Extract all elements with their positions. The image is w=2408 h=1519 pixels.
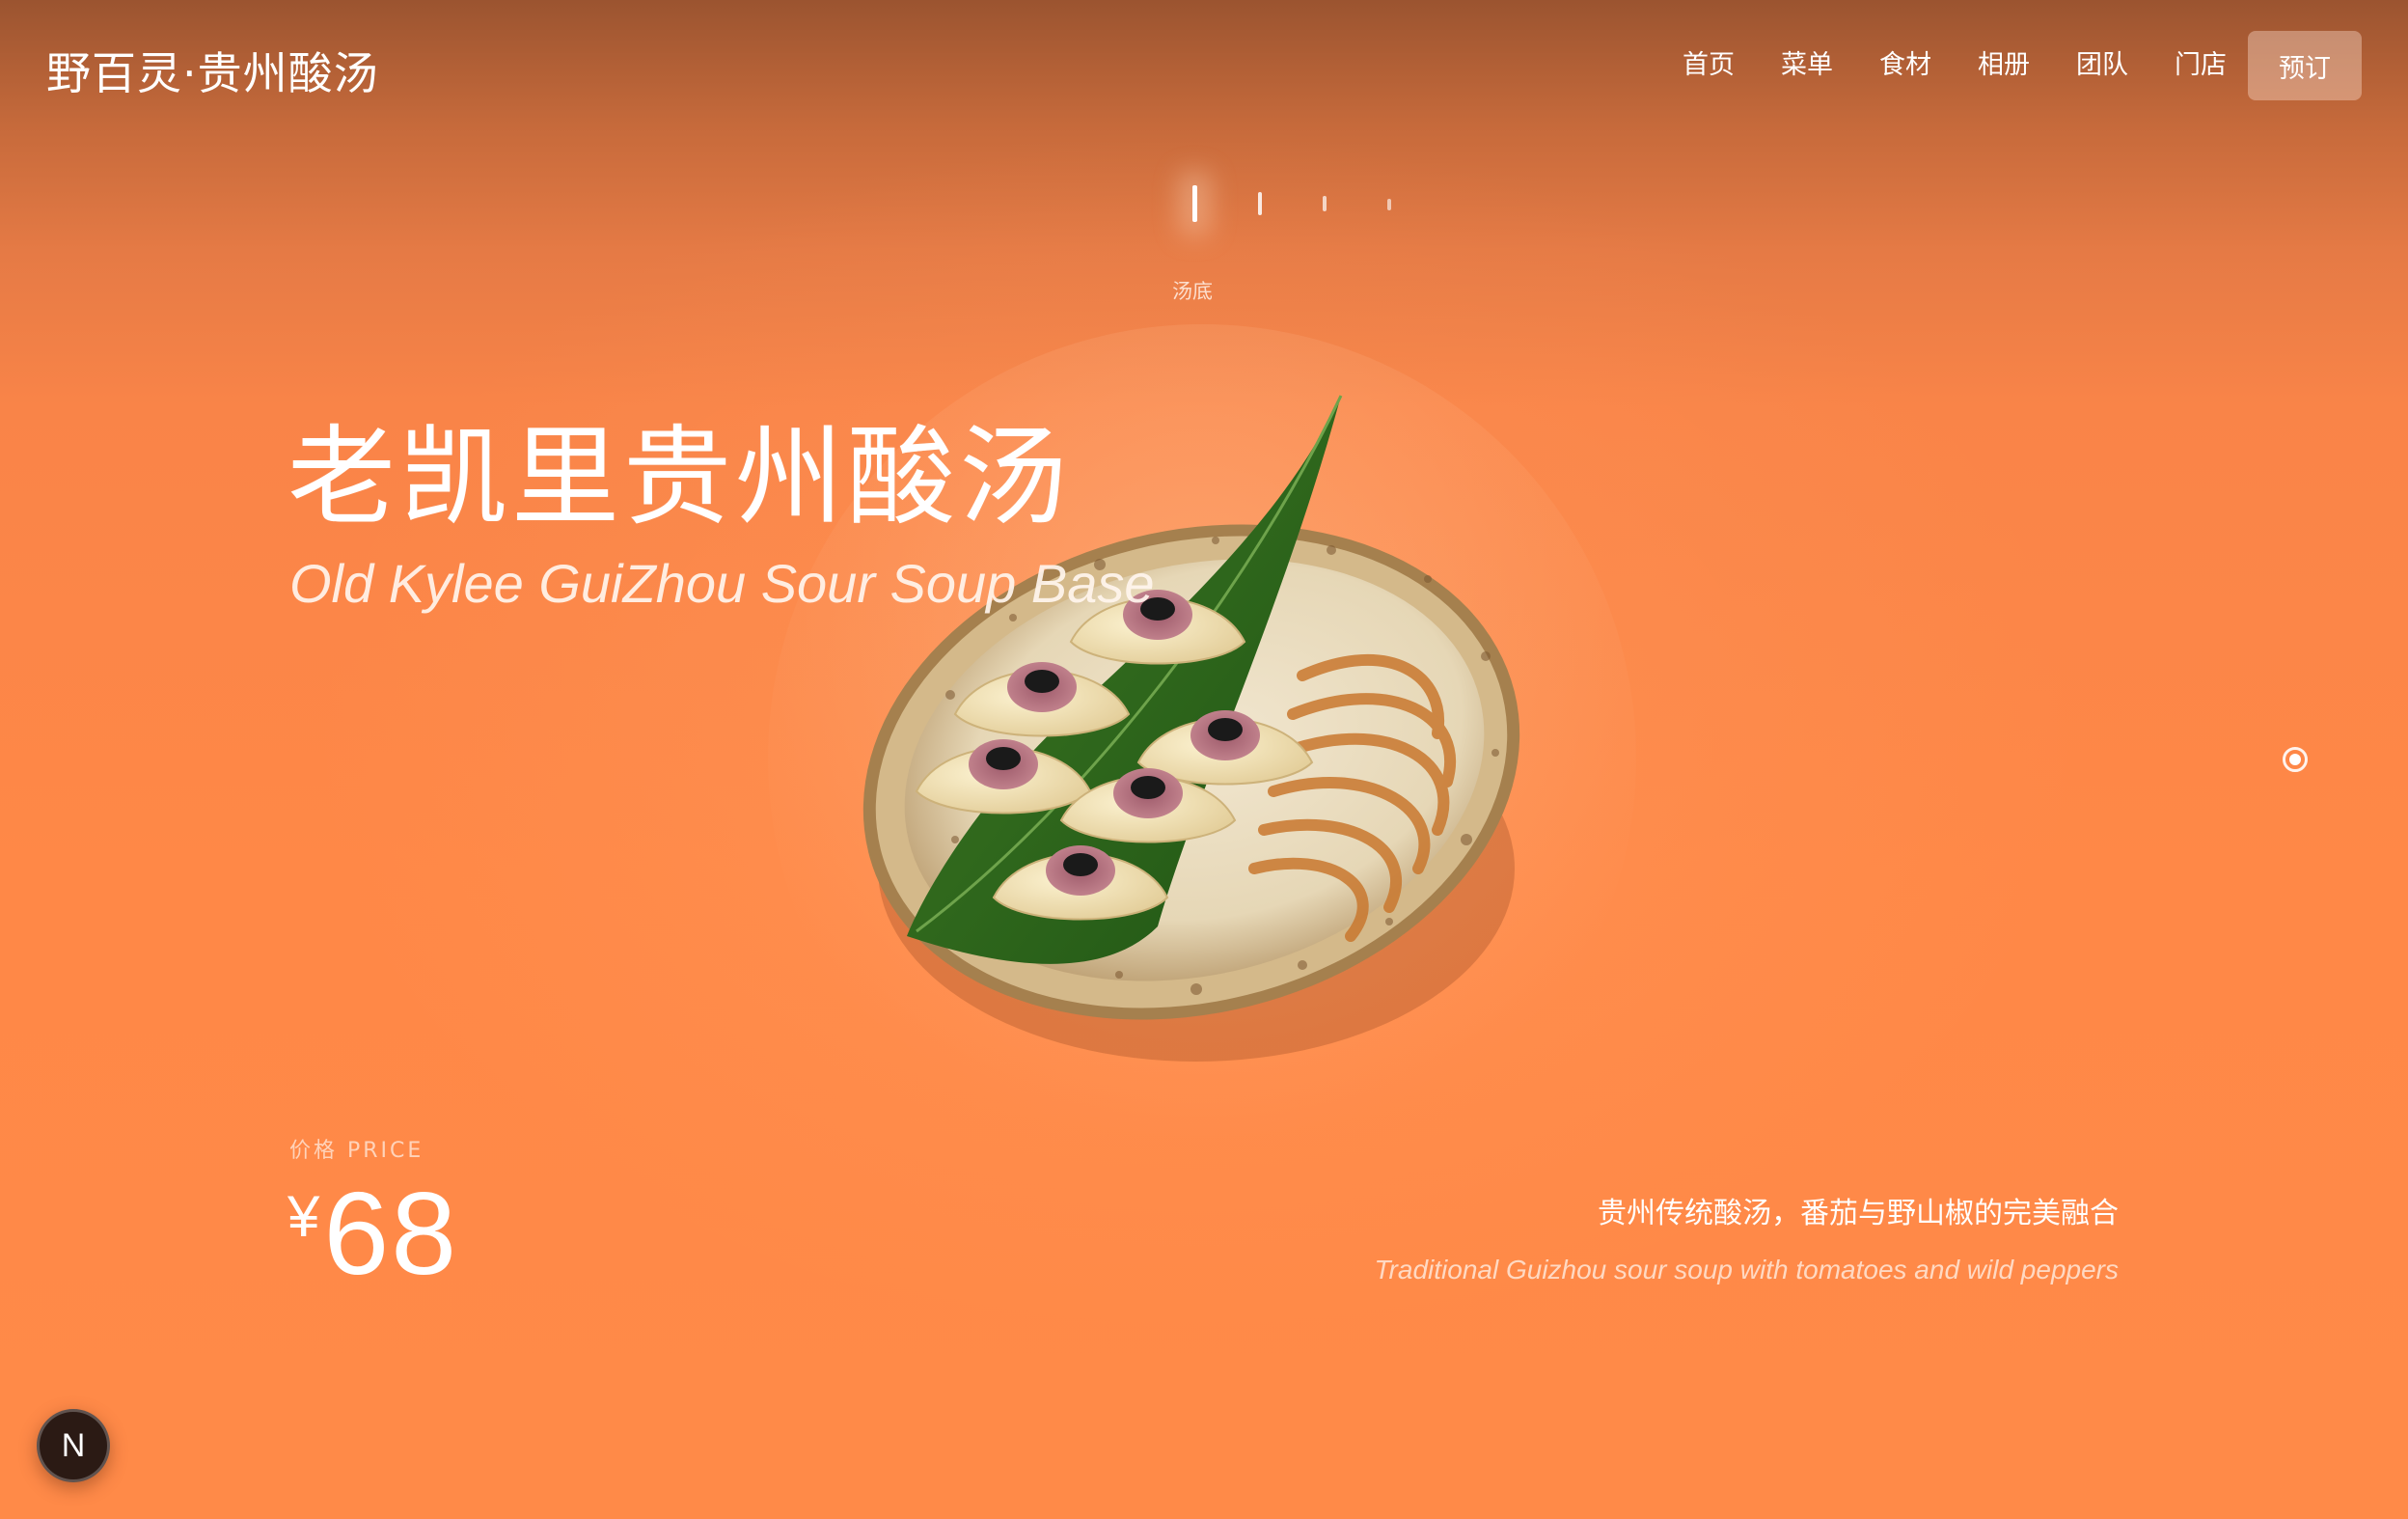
book-button[interactable]: 预订 — [2248, 31, 2362, 100]
price: ¥ 68 — [287, 1168, 459, 1299]
price-currency: ¥ — [287, 1184, 320, 1249]
category-tick-4[interactable] — [1387, 199, 1391, 210]
category-active-label: 汤底 — [1172, 280, 1213, 303]
nav-item-ingredients[interactable]: 食材 — [1856, 46, 1955, 85]
nextjs-badge-icon[interactable]: N — [37, 1409, 110, 1482]
nav-item-menu[interactable]: 菜单 — [1758, 46, 1856, 85]
category-tick-3[interactable] — [1323, 196, 1327, 211]
category-ticks — [1158, 180, 1409, 228]
brand-logo[interactable]: 野百灵·贵州酸汤 — [46, 39, 379, 102]
nav-item-gallery[interactable]: 相册 — [1955, 46, 2053, 85]
nav-item-stores[interactable]: 门店 — [2151, 46, 2250, 85]
price-value: 68 — [323, 1168, 459, 1299]
dish-description-cn: 贵州传统酸汤，番茄与野山椒的完美融合 — [1598, 1197, 2119, 1230]
dish-description-en: Traditional Guizhou sour soup with tomat… — [1374, 1255, 2119, 1284]
category-tick-1[interactable] — [1192, 185, 1197, 222]
main-nav: 首页 菜单 食材 相册 团队 门店 — [1659, 46, 2250, 85]
price-label: 价格 PRICE — [289, 1139, 424, 1163]
category-tick-2[interactable] — [1258, 192, 1262, 215]
dish-title-en: Old Kylee GuiZhou Sour Soup Base — [289, 553, 1155, 614]
dish-title-cn: 老凯里贵州酸汤 — [287, 415, 1071, 540]
scroll-position-dot-icon[interactable] — [2283, 747, 2308, 772]
nav-item-home[interactable]: 首页 — [1659, 46, 1758, 85]
nav-item-team[interactable]: 团队 — [2053, 46, 2151, 85]
